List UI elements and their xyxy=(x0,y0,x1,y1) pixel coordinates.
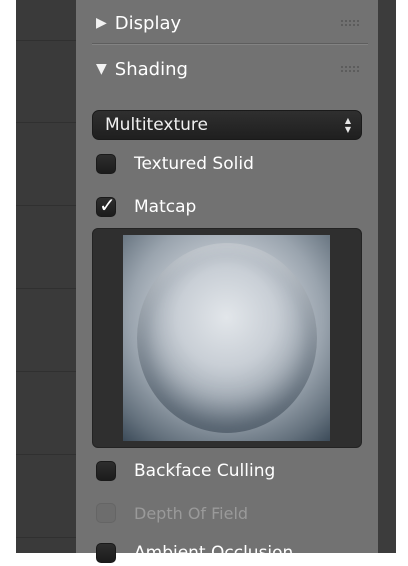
backface-culling-checkbox[interactable]: Backface Culling xyxy=(96,458,275,484)
viewport-grid-line xyxy=(16,122,76,123)
checkbox-box[interactable] xyxy=(96,154,116,174)
section-header-display[interactable]: ▶ Display xyxy=(96,8,368,38)
viewport-grid-line xyxy=(16,537,76,538)
matcap-sphere-shading xyxy=(137,243,317,433)
drag-grip-icon[interactable] xyxy=(340,19,360,27)
viewport-edge[interactable] xyxy=(16,0,77,553)
checkbox-box[interactable] xyxy=(96,543,116,563)
right-margin xyxy=(396,0,408,553)
section-header-shading[interactable]: ▼ Shading xyxy=(96,54,368,84)
shading-mode-dropdown[interactable]: Multitexture ▲ ▼ xyxy=(92,110,362,140)
viewport-grid-line xyxy=(16,288,76,289)
section-title-shading: Shading xyxy=(114,58,188,80)
backface-culling-label: Backface Culling xyxy=(134,461,276,481)
ambient-occlusion-checkbox[interactable]: Ambient Occlusion xyxy=(96,540,293,566)
matcap-label: Matcap xyxy=(134,197,197,217)
viewport-grid-line xyxy=(16,205,76,206)
viewport-grid-line xyxy=(16,40,76,41)
checkmark-icon: ✓ xyxy=(99,193,116,217)
textured-solid-label: Textured Solid xyxy=(134,154,254,174)
textured-solid-checkbox[interactable]: Textured Solid xyxy=(96,151,254,177)
depth-of-field-label: Depth Of Field xyxy=(134,503,249,523)
section-title-display: Display xyxy=(114,12,182,34)
matcap-checkbox[interactable]: ✓ Matcap xyxy=(96,194,196,220)
checkbox-box xyxy=(96,503,116,523)
drag-grip-icon[interactable] xyxy=(340,65,360,73)
triangle-right-icon: ▶ xyxy=(96,15,107,31)
ambient-occlusion-label: Ambient Occlusion xyxy=(134,543,294,563)
viewport-grid-line xyxy=(16,371,76,372)
triangle-down-icon: ▼ xyxy=(96,61,107,77)
checkbox-box[interactable] xyxy=(96,461,116,481)
scroll-region[interactable] xyxy=(378,0,396,553)
left-margin xyxy=(0,0,16,553)
checkbox-box[interactable]: ✓ xyxy=(96,193,116,217)
depth-of-field-checkbox: Depth Of Field xyxy=(96,500,248,526)
updown-arrows-icon: ▲ ▼ xyxy=(344,116,352,134)
shading-mode-value: Multitexture xyxy=(105,115,208,135)
viewport-grid-line xyxy=(16,454,76,455)
section-divider-highlight xyxy=(92,44,368,45)
matcap-preview-image[interactable] xyxy=(123,235,330,441)
